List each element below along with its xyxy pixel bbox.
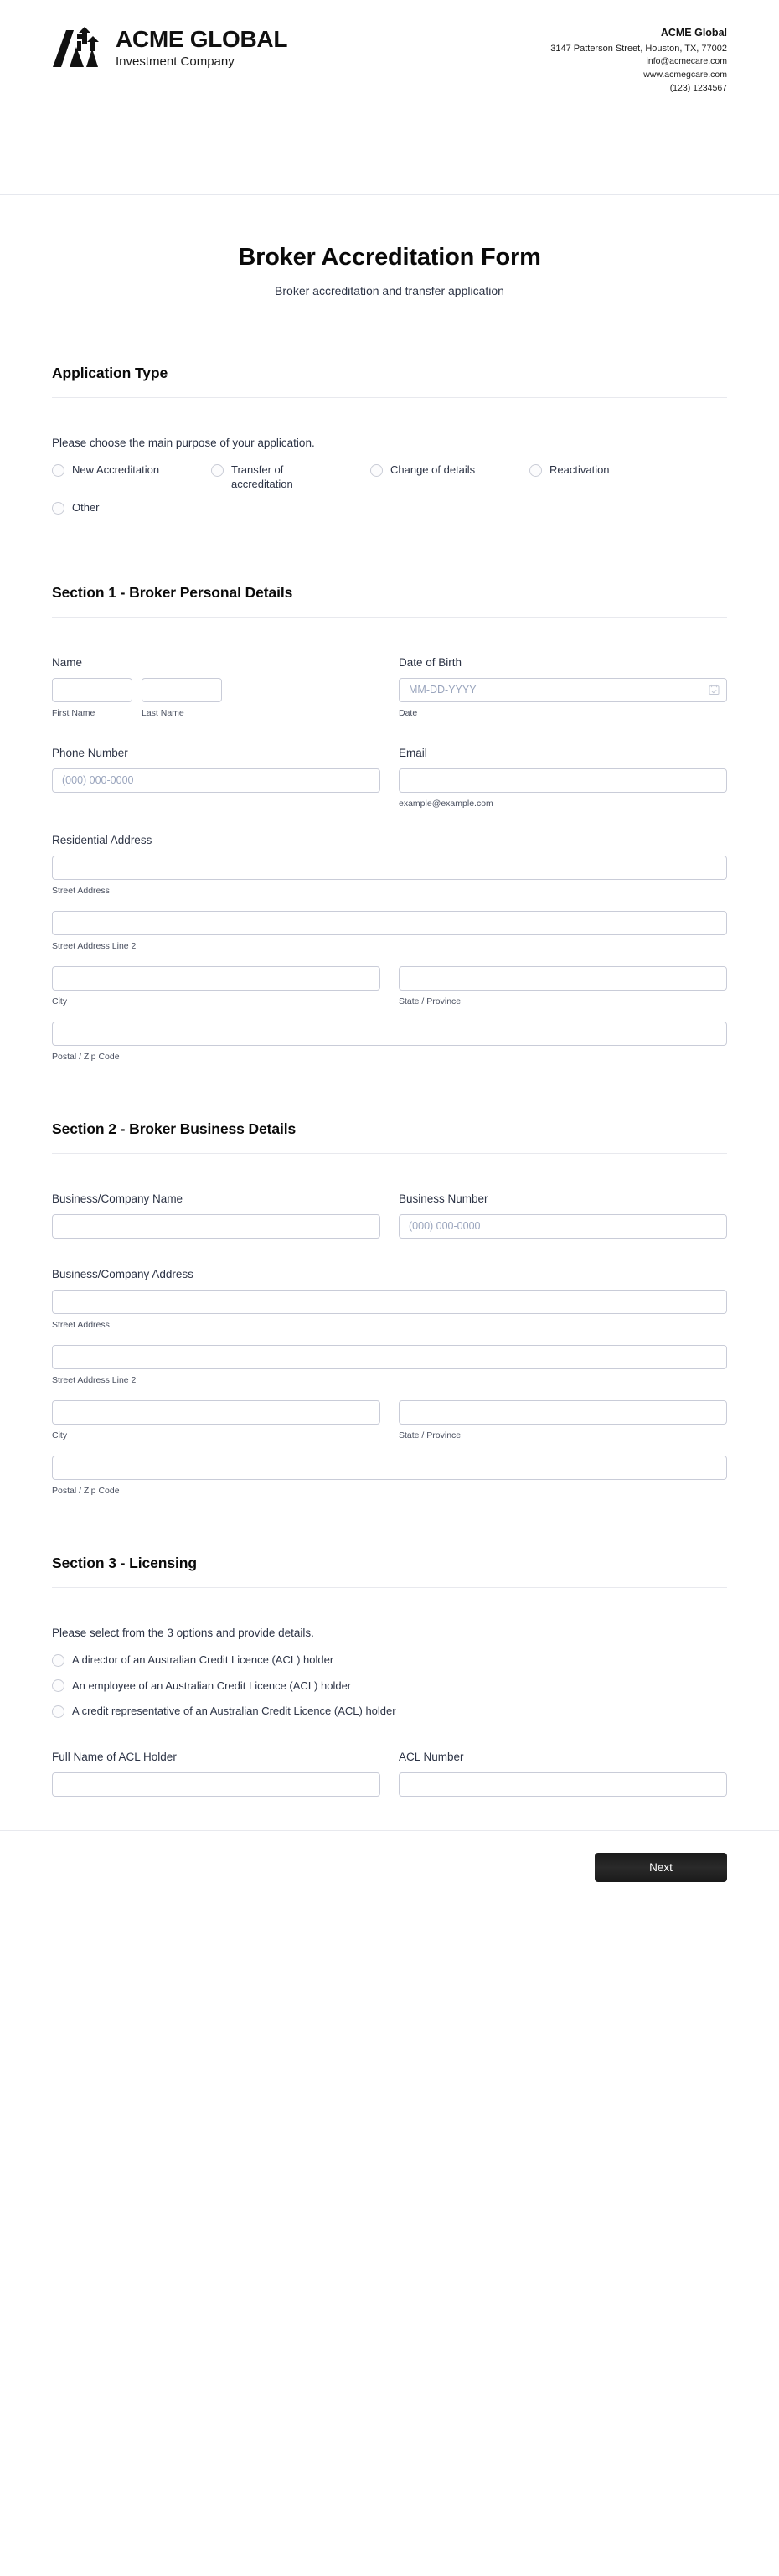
residential-state-input[interactable] (399, 965, 727, 991)
contact-email: info@acmecare.com (646, 56, 727, 67)
business-postal-code-input[interactable] (52, 1455, 727, 1480)
radio-label: A credit representative of an Australian… (72, 1704, 396, 1718)
radio-label: New Accreditation (72, 463, 160, 476)
next-button[interactable]: Next (595, 1852, 727, 1882)
section-licensing: Please select from the 3 options and pro… (52, 1588, 727, 1797)
radio-circle-icon[interactable] (52, 464, 64, 477)
date-of-birth-input[interactable] (399, 677, 727, 702)
first-name-input[interactable] (52, 677, 132, 702)
acl-number-input[interactable] (399, 1772, 727, 1797)
phone-number-input[interactable] (52, 768, 380, 793)
residential-address-label: Residential Address (52, 833, 152, 846)
radio-circle-icon[interactable] (529, 464, 542, 477)
radio-label: Change of details (390, 463, 476, 476)
brand-block: ACME GLOBAL Investment Company (52, 25, 287, 72)
radio-option-acl-credit-representative[interactable]: A credit representative of an Australian… (52, 1704, 727, 1719)
contact-company-name: ACME Global (660, 27, 727, 39)
residential-street-sublabel: Street Address (52, 885, 110, 896)
business-city-input[interactable] (52, 1399, 380, 1425)
residential-postal-code-input[interactable] (52, 1021, 727, 1046)
section-business-details: Business/Company Name Business Number Bu… (52, 1154, 727, 1496)
radio-circle-icon[interactable] (52, 1704, 64, 1718)
form-title-block: Broker Accreditation Form Broker accredi… (52, 195, 727, 306)
section-application-type: Please choose the main purpose of your a… (52, 398, 727, 525)
business-postal-sublabel: Postal / Zip Code (52, 1485, 120, 1496)
business-state-input[interactable] (399, 1399, 727, 1425)
radio-circle-icon[interactable] (52, 1653, 64, 1667)
page-header: ACME GLOBAL Investment Company ACME Glob… (0, 0, 779, 195)
radio-option-transfer-of-accreditation[interactable]: Transfer of accreditation (211, 463, 345, 491)
radio-option-acl-employee[interactable]: An employee of an Australian Credit Lice… (52, 1679, 727, 1694)
business-address-label: Business/Company Address (52, 1267, 193, 1280)
licensing-radio-group: A director of an Australian Credit Licen… (52, 1653, 727, 1719)
radio-circle-icon[interactable] (370, 464, 383, 477)
contact-phone: (123) 1234567 (669, 82, 727, 93)
page-subtitle: Broker accreditation and transfer applic… (275, 284, 504, 297)
acl-holder-name-input[interactable] (52, 1772, 380, 1797)
contact-website: www.acmegcare.com (643, 70, 727, 80)
radio-option-reactivation[interactable]: Reactivation (529, 463, 663, 491)
business-state-sublabel: State / Province (399, 1430, 462, 1441)
business-street2-sublabel: Street Address Line 2 (52, 1374, 137, 1385)
name-label: Name (52, 655, 83, 669)
email-sublabel: example@example.com (399, 798, 493, 809)
business-street-address-2-input[interactable] (52, 1344, 727, 1369)
brand-name: ACME GLOBAL (116, 26, 288, 53)
section-heading-application-type: Application Type (52, 365, 727, 398)
radio-label: An employee of an Australian Credit Lice… (72, 1679, 352, 1692)
business-company-name-label: Business/Company Name (52, 1192, 183, 1205)
section-heading-business-details: Section 2 - Broker Business Details (52, 1120, 727, 1154)
application-type-radio-group: New Accreditation Transfer of accreditat… (52, 463, 727, 525)
radio-label: Other (72, 501, 100, 515)
contact-block: ACME Global 3147 Patterson Street, Houst… (550, 25, 727, 96)
last-name-input[interactable] (142, 677, 222, 702)
radio-option-acl-director[interactable]: A director of an Australian Credit Licen… (52, 1653, 727, 1668)
radio-option-other[interactable]: Other (52, 501, 186, 515)
residential-city-input[interactable] (52, 965, 380, 991)
business-city-sublabel: City (52, 1430, 68, 1441)
residential-street-address-input[interactable] (52, 855, 727, 880)
acl-holder-name-label: Full Name of ACL Holder (52, 1750, 177, 1763)
residential-city-sublabel: City (52, 996, 68, 1006)
date-of-birth-sublabel: Date (399, 707, 418, 718)
radio-option-new-accreditation[interactable]: New Accreditation (52, 463, 186, 491)
radio-label: Transfer of accreditation (231, 463, 293, 490)
first-name-sublabel: First Name (52, 707, 95, 718)
residential-street2-sublabel: Street Address Line 2 (52, 940, 137, 951)
form-container: Broker Accreditation Form Broker accredi… (0, 195, 779, 1797)
section-personal-details: Name First Name Last Name Date of Birth (52, 618, 727, 1062)
business-company-name-input[interactable] (52, 1213, 380, 1239)
section-heading-licensing: Section 3 - Licensing (52, 1554, 727, 1588)
residential-state-sublabel: State / Province (399, 996, 462, 1006)
radio-option-change-of-details[interactable]: Change of details (370, 463, 504, 491)
last-name-sublabel: Last Name (142, 707, 184, 718)
radio-label: Reactivation (549, 463, 610, 476)
form-footer: Next (0, 1829, 779, 1911)
business-street-sublabel: Street Address (52, 1319, 110, 1330)
business-street-address-input[interactable] (52, 1289, 727, 1314)
radio-circle-icon[interactable] (52, 1679, 64, 1693)
business-number-label: Business Number (399, 1192, 488, 1205)
section-heading-personal-details: Section 1 - Broker Personal Details (52, 584, 727, 618)
radio-circle-icon[interactable] (52, 502, 64, 515)
residential-postal-sublabel: Postal / Zip Code (52, 1051, 120, 1062)
contact-address: 3147 Patterson Street, Houston, TX, 7700… (550, 43, 727, 54)
phone-number-label: Phone Number (52, 746, 128, 759)
acl-number-label: ACL Number (399, 1750, 464, 1763)
radio-label: A director of an Australian Credit Licen… (72, 1653, 334, 1666)
email-label: Email (399, 746, 427, 759)
brand-tagline: Investment Company (116, 54, 235, 70)
residential-street-address-2-input[interactable] (52, 910, 727, 935)
radio-circle-icon[interactable] (211, 464, 224, 477)
page-title: Broker Accreditation Form (238, 244, 541, 271)
application-type-help: Please choose the main purpose of your a… (52, 437, 315, 449)
email-input[interactable] (399, 768, 727, 793)
date-of-birth-label: Date of Birth (399, 655, 462, 669)
business-number-input[interactable] (399, 1213, 727, 1239)
licensing-help: Please select from the 3 options and pro… (52, 1626, 314, 1639)
mountain-arrows-logo-icon (53, 27, 99, 67)
